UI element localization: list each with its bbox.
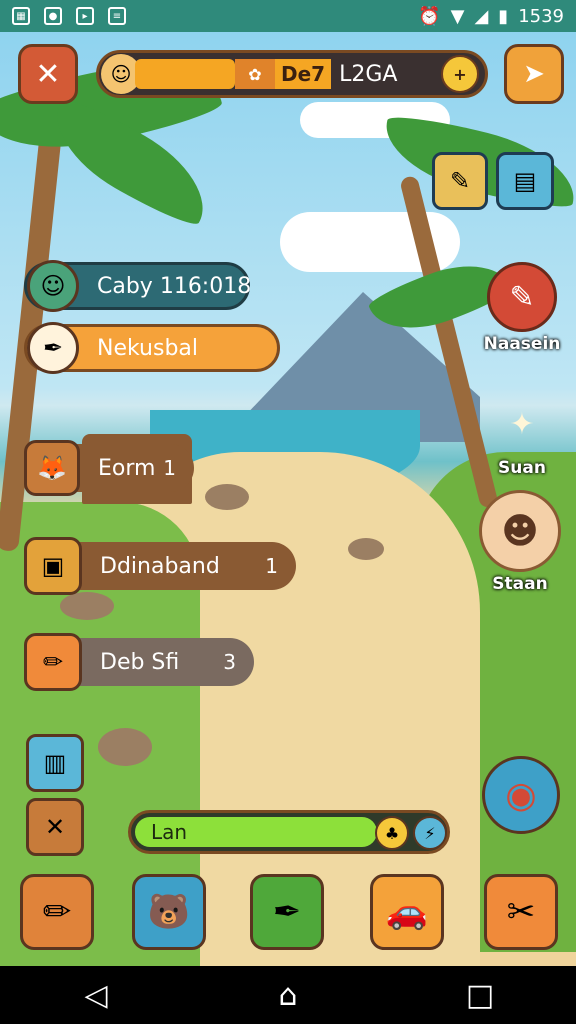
inventory-icon: ▤ xyxy=(513,167,537,195)
brush-icon: ✏ xyxy=(24,633,82,691)
key-icon: ✂ xyxy=(506,892,536,932)
quest-item[interactable]: ✒ Nekusbal xyxy=(24,322,280,374)
rock xyxy=(60,592,114,620)
inventory-button[interactable]: ▤ xyxy=(496,152,554,210)
star-icon: ✦ xyxy=(509,406,535,442)
tools-button[interactable]: ✕ xyxy=(26,798,84,856)
clock: 1539 xyxy=(518,5,564,27)
close-icon: ✕ xyxy=(35,56,61,92)
storage-item-count: 1 xyxy=(265,554,278,578)
dock-brush-button[interactable]: ✏ xyxy=(20,874,94,950)
rock xyxy=(348,538,384,560)
feather-icon: ✒ xyxy=(27,322,79,374)
resource-bar[interactable]: ☺ ✿ Dе7 L2GA + xyxy=(96,50,488,98)
feather-icon: ✒ xyxy=(272,892,302,932)
rock xyxy=(98,728,152,766)
energy-bar: Lan ♣ ⚡ xyxy=(128,810,450,854)
craft-icon: ✎ xyxy=(449,167,471,195)
dock-feather-button[interactable]: ✒ xyxy=(250,874,324,950)
signal-icon: ◢ xyxy=(474,5,489,27)
quest-item-label: Nekusbal xyxy=(97,335,199,361)
wrench-icon: ✎ xyxy=(487,262,557,332)
recents-icon[interactable]: □ xyxy=(450,978,510,1013)
back-icon[interactable]: ◁ xyxy=(66,978,126,1013)
build-item-label: Eorm xyxy=(98,455,156,481)
energy-label: Lan xyxy=(151,820,188,844)
crate-icon: ▣ xyxy=(24,537,82,595)
skill-item-label: Suan xyxy=(498,458,546,478)
explorer-icon: ☻ xyxy=(479,490,561,572)
build-item-count: 1 xyxy=(163,456,176,480)
dock-car-button[interactable]: 🚗 xyxy=(370,874,444,950)
storage-item[interactable]: ▣ Ddinaband 1 xyxy=(24,537,296,595)
resource-short: Dе7 xyxy=(275,59,332,89)
gear-item[interactable]: ✎ Naasein xyxy=(482,262,562,354)
gear-item-label: Naasein xyxy=(483,334,561,354)
player-status-label: Caby 116:018 xyxy=(97,273,252,299)
tools-icon: ✕ xyxy=(44,813,66,841)
news-icon: ≡ xyxy=(108,7,126,25)
avatar-icon: ☺ xyxy=(27,260,79,312)
resource-value: L2GA xyxy=(339,61,398,87)
car-icon: 🚗 xyxy=(385,892,429,932)
skill-item[interactable]: ✦ Suan xyxy=(482,392,562,479)
compass-icon: ➤ xyxy=(523,59,545,89)
status-bar: ▦ ● ▸ ≡ ⏰ ▼ ◢ ▮ 1539 xyxy=(0,0,576,32)
storage-item-label: Ddinaband xyxy=(100,553,220,579)
stats-icon: ▥ xyxy=(43,749,67,777)
tool-item-count: 3 xyxy=(223,650,236,674)
notification-icon: ● xyxy=(44,7,62,25)
wheel-icon: ◉ xyxy=(505,774,537,816)
character-item[interactable]: ☻ Staan xyxy=(470,490,570,594)
leaf-icon[interactable]: ♣ xyxy=(375,816,409,850)
build-item[interactable]: 🦊 Eorm 1 xyxy=(24,440,194,496)
home-icon[interactable]: ⌂ xyxy=(258,978,318,1013)
map-button[interactable]: ➤ xyxy=(504,44,564,104)
player-status[interactable]: ☺ Caby 116:018 xyxy=(24,260,252,312)
stats-button[interactable]: ▥ xyxy=(26,734,84,792)
rock xyxy=(205,484,249,510)
gem-icon: ✿ xyxy=(235,59,275,89)
dock-bear-button[interactable]: 🐻 xyxy=(132,874,206,950)
bear-icon: 🐻 xyxy=(147,892,191,932)
fox-icon: 🦊 xyxy=(24,440,80,496)
resource-fill xyxy=(135,59,235,89)
close-button[interactable]: ✕ xyxy=(18,44,78,104)
craft-button[interactable]: ✎ xyxy=(432,152,488,210)
gallery-icon: ▦ xyxy=(12,7,30,25)
dock-key-button[interactable]: ✂ xyxy=(484,874,558,950)
brush-icon: ✏ xyxy=(42,892,72,932)
nav-bar: ◁ ⌂ □ xyxy=(0,966,576,1024)
tool-item[interactable]: ✏ Deb Sfi 3 xyxy=(24,633,254,691)
battery-icon: ▮ xyxy=(498,5,509,27)
character-item-label: Staan xyxy=(492,574,548,594)
add-resource-button[interactable]: + xyxy=(441,55,479,93)
wifi-icon: ▼ xyxy=(450,5,465,27)
wheel-button[interactable]: ◉ xyxy=(482,756,560,834)
bolt-icon[interactable]: ⚡ xyxy=(413,816,447,850)
tool-item-label: Deb Sfi xyxy=(100,649,180,675)
play-icon: ▸ xyxy=(76,7,94,25)
alarm-icon: ⏰ xyxy=(418,5,441,27)
